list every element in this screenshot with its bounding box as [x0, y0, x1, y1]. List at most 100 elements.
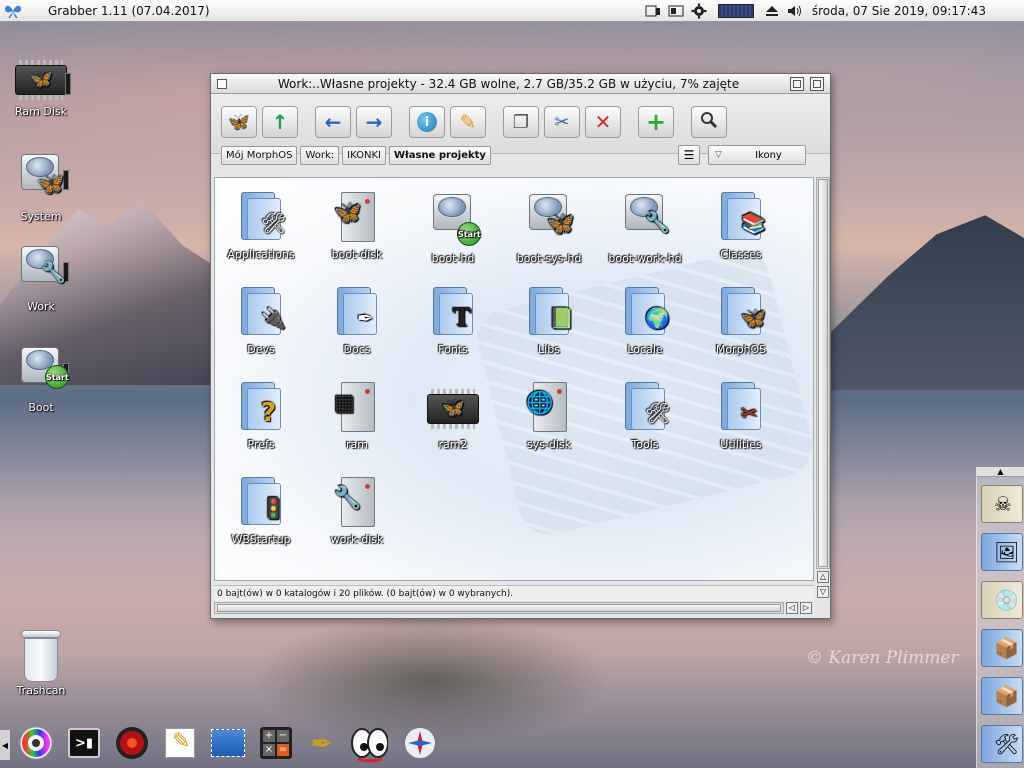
hard-drive-icon: 🔧	[19, 242, 69, 286]
vertical-scroll-thumb[interactable]	[818, 179, 828, 567]
desktop-icon-ram-disk[interactable]: 🦋 Ram Disk	[1, 55, 81, 118]
calculator-icon[interactable]: + − × =	[257, 724, 295, 762]
scissors-icon: ✂	[554, 111, 570, 133]
screen-mode-icon[interactable]	[643, 2, 663, 20]
icon-item-applications[interactable]: 🛠 Applications	[215, 190, 307, 261]
top-menubar: Grabber 1.11 (07.04.2017) środa, 07 Sie …	[0, 0, 1024, 22]
desktop-icon-trashcan[interactable]: Trashcan	[1, 630, 81, 697]
list-view-button[interactable]: ☰	[678, 145, 700, 165]
dock-scroll-left-arrow[interactable]: ◀	[0, 730, 10, 760]
icon-item-tools[interactable]: 🛠 Tools	[599, 380, 691, 451]
icon-item-fonts[interactable]: T Fonts	[407, 285, 499, 356]
compass-icon[interactable]	[401, 724, 439, 762]
cd-folder-icon[interactable]: 💿	[981, 577, 1023, 621]
butterfly-icon: 🦋	[227, 111, 251, 133]
breadcrumb-item[interactable]: IKONKI	[342, 146, 386, 165]
forward-button[interactable]: →	[356, 106, 392, 138]
eject-icon[interactable]	[762, 2, 782, 20]
copy-button[interactable]: ❐	[503, 106, 539, 138]
arrow-left-icon: ←	[324, 110, 342, 134]
icon-item-classes[interactable]: 📚 Classes	[695, 190, 787, 261]
scroll-down-arrow[interactable]: ▽	[817, 586, 829, 598]
disk-tower-icon: 🌐	[523, 380, 575, 434]
folder-icon: 🛠	[235, 190, 287, 244]
icon-label: Prefs	[247, 438, 275, 451]
icon-item-libs[interactable]: 📗 Libs	[503, 285, 595, 356]
icon-item-boot-disk[interactable]: 🦋 boot-disk	[311, 190, 403, 261]
icon-item-morphos[interactable]: 🦋 MorphOS	[695, 285, 787, 356]
folder-icon: 🔌	[235, 285, 287, 339]
search-button[interactable]	[691, 106, 727, 138]
back-button[interactable]: ←	[315, 106, 351, 138]
icon-item-docs[interactable]: ✒ Docs	[311, 285, 403, 356]
icon-item-boot-hd[interactable]: Start boot-hd	[407, 190, 499, 265]
icon-label: sys-disk	[526, 438, 572, 451]
icon-label: WBStartup	[231, 533, 291, 546]
pirate-folder-icon[interactable]: ☠	[981, 481, 1023, 525]
cut-button[interactable]: ✂	[544, 106, 580, 138]
icon-item-devs[interactable]: 🔌 Devs	[215, 285, 307, 356]
hard-drive-start-icon: Start	[19, 343, 69, 389]
icon-label: Classes	[720, 248, 762, 261]
icon-item-ram2[interactable]: 🦋 ram2	[407, 380, 499, 451]
icon-label: MorphOS	[715, 343, 767, 356]
window-depth-gadget[interactable]	[810, 76, 824, 91]
icon-item-prefs[interactable]: ? Prefs	[215, 380, 307, 451]
package-folder-icon[interactable]: 📦	[981, 673, 1023, 717]
breadcrumb-item[interactable]: Mój MorphOS	[221, 146, 298, 165]
info-button[interactable]: i	[409, 106, 445, 138]
magnifier-icon	[700, 111, 718, 134]
screenshot-icon[interactable]	[209, 724, 247, 762]
chevron-down-icon: ▽	[715, 150, 722, 160]
horizontal-scrollbar[interactable]	[214, 602, 784, 614]
pencil-icon: ✎	[459, 110, 477, 134]
scroll-right-arrow[interactable]: ▷	[800, 602, 812, 614]
icon-label: Applications	[227, 248, 295, 261]
delete-button[interactable]: ✕	[585, 106, 621, 138]
view-mode-value: Ikony	[755, 149, 782, 161]
tools-folder-icon[interactable]: 🛠	[981, 721, 1023, 765]
icon-area[interactable]: 🛠 Applications 🦋 boot-disk Start boot-hd…	[214, 177, 814, 581]
icon-item-boot-work-hd[interactable]: 🔧 boot-work-hd	[599, 190, 691, 265]
view-mode-select[interactable]: ▽ Ikony	[708, 145, 806, 165]
horizontal-scroll-thumb[interactable]	[217, 604, 781, 612]
parent-button[interactable]: ↑	[262, 106, 298, 138]
window-titlebar[interactable]: Work:..Własne projekty - 32.4 GB wolne, …	[211, 74, 830, 94]
mail-folder-icon[interactable]: 📦	[981, 625, 1023, 669]
rename-button[interactable]: ✎	[450, 106, 486, 138]
scroll-left-arrow[interactable]: ◁	[786, 602, 798, 614]
window-close-gadget[interactable]	[217, 78, 227, 89]
radar-icon[interactable]	[113, 724, 151, 762]
scroll-up-arrow[interactable]: △	[817, 571, 829, 583]
icon-item-work-disk[interactable]: 🔧 work-disk	[311, 475, 403, 546]
icon-item-locale[interactable]: 🌍 Locale	[599, 285, 691, 356]
notepad-icon[interactable]: ✎	[161, 724, 199, 762]
color-wheel-icon[interactable]	[17, 724, 55, 762]
breadcrumb-item[interactable]: Work:	[300, 146, 340, 165]
shell-icon[interactable]: >▮	[65, 724, 103, 762]
pen-icon[interactable]: ✒	[303, 724, 341, 762]
window-zoom-gadget[interactable]	[790, 76, 804, 91]
icon-label: boot-disk	[331, 248, 383, 261]
dock-scroll-up-arrow[interactable]: ▲	[977, 467, 1024, 477]
volume-icon[interactable]	[785, 2, 805, 20]
breadcrumb-item-current[interactable]: Własne projekty	[389, 146, 491, 165]
morphos-button[interactable]: 🦋	[221, 106, 257, 138]
desktop-icon-boot[interactable]: Start Boot	[1, 343, 81, 414]
eyes-icon[interactable]	[350, 724, 388, 763]
new-drawer-button[interactable]: +	[638, 106, 674, 138]
icon-item-boot-sys-hd[interactable]: 🦋 boot-sys-hd	[503, 190, 595, 265]
icon-item-ram[interactable]: ▦ ram	[311, 380, 403, 451]
morphos-butterfly-icon[interactable]	[0, 0, 26, 22]
arrow-right-icon: →	[365, 110, 383, 134]
window-switcher-icon[interactable]	[666, 2, 686, 20]
pictures-folder-icon[interactable]: 🖼	[981, 529, 1023, 573]
icon-item-wbstartup[interactable]: 🚦 WBStartup	[215, 475, 307, 546]
vertical-scrollbar[interactable]	[816, 177, 830, 569]
icon-item-sys-disk[interactable]: 🌐 sys-disk	[503, 380, 595, 451]
icon-item-utilities[interactable]: ✂ Utilities	[695, 380, 787, 451]
gear-icon[interactable]	[689, 2, 709, 20]
desktop-icon-work[interactable]: 🔧 Work	[1, 242, 81, 313]
window-title: Work:..Własne projekty - 32.4 GB wolne, …	[277, 76, 740, 91]
desktop-icon-system[interactable]: 🦋 System	[1, 150, 81, 223]
